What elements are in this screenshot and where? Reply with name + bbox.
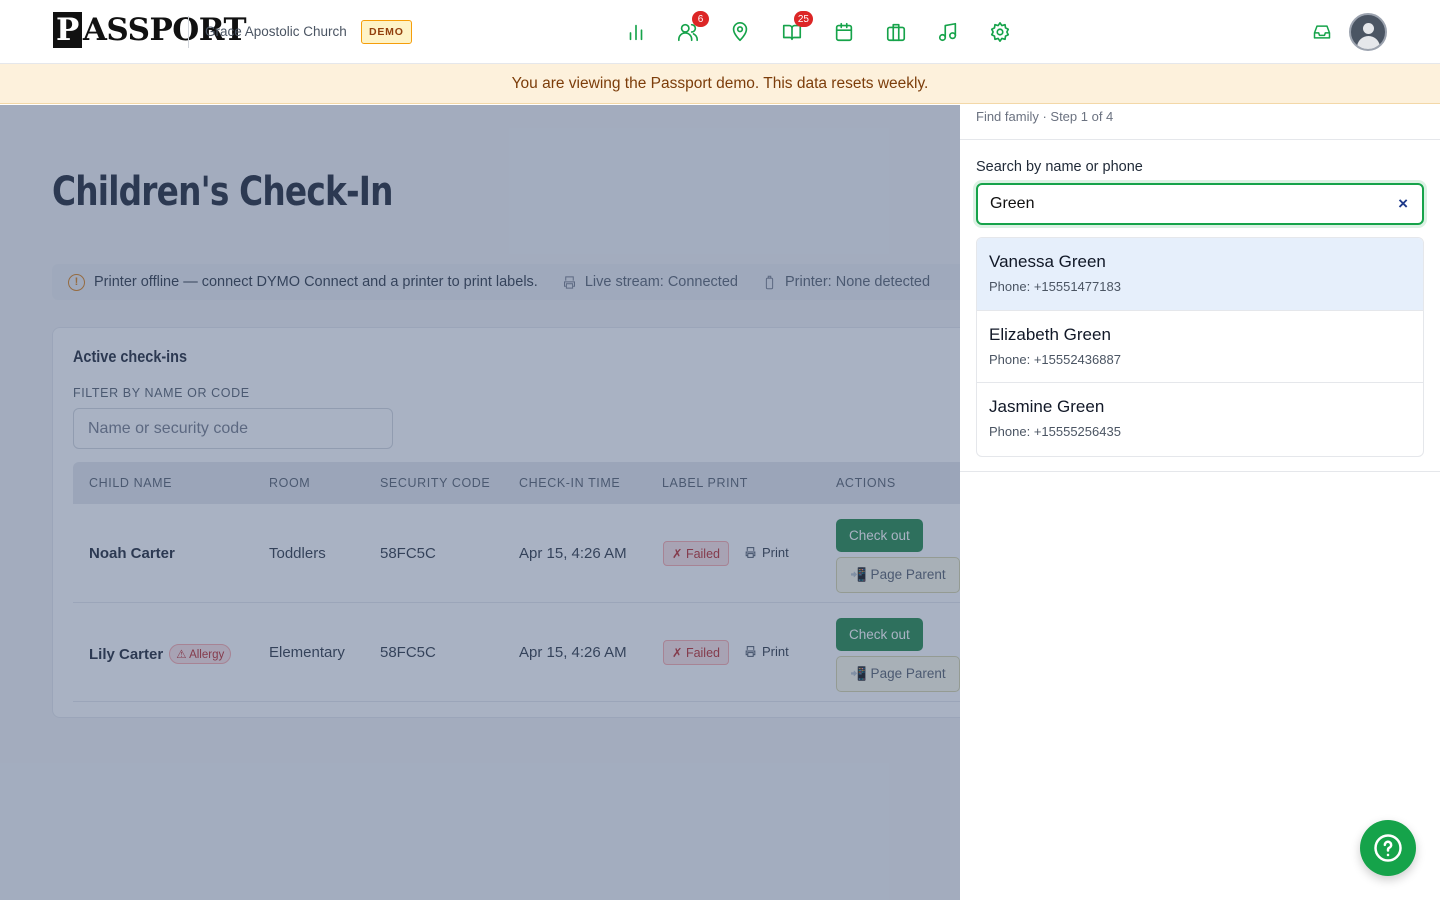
result-name: Jasmine Green [989,397,1105,416]
nav-music[interactable] [932,16,964,48]
nav-locations[interactable] [724,16,756,48]
top-nav: P ASSPORT Grace Apostolic Church DEMO 6 2… [0,0,1440,64]
modal-backdrop[interactable] [0,105,960,900]
nav-settings[interactable] [984,16,1016,48]
avatar-body [1357,36,1380,49]
reports-icon [629,24,643,41]
inbox-icon [1313,25,1331,39]
book-badge: 25 [793,11,813,27]
search-results: Vanessa Green Phone: +15551477183 Elizab… [976,237,1424,457]
result-name: Elizabeth Green [989,324,1111,344]
search-field[interactable]: × [976,183,1424,225]
step-indicator: Find family · Step 1 of 4 [976,109,1114,124]
main-nav: 6 25 [620,11,1016,48]
result-item[interactable]: Elizabeth Green Phone: +15552436887 [977,311,1423,383]
nav-reports[interactable] [620,16,652,48]
check-in-panel: Find family · Step 1 of 4 Search by name… [960,105,1440,900]
avatar-head [1363,23,1374,34]
demo-badge: DEMO [361,20,412,44]
nav-briefcase[interactable] [880,16,912,48]
inbox-button[interactable] [1306,16,1338,48]
result-phone: Phone: +15555256435 [989,424,1121,439]
location-icon [732,22,748,42]
calendar-icon [835,22,853,42]
help-icon [1374,834,1402,862]
nav-book[interactable]: 25 [776,11,813,48]
demo-banner: You are viewing the Passport demo. This … [0,64,1440,104]
music-icon [938,22,957,42]
nav-people[interactable]: 6 [672,11,709,48]
church-name: Grace Apostolic Church [205,24,347,39]
search-input[interactable] [978,185,1378,223]
nav-calendar[interactable] [828,16,860,48]
clear-icon[interactable]: × [1398,194,1408,214]
people-badge: 6 [692,11,709,27]
gear-icon [990,22,1010,42]
nav-divider [188,16,189,48]
panel-divider [960,139,1440,140]
result-phone: Phone: +15552436887 [989,351,1121,367]
result-item[interactable]: Vanessa Green Phone: +15551477183 [977,238,1423,311]
briefcase-icon [886,23,906,42]
panel-section-divider [960,471,1440,472]
avatar[interactable] [1349,13,1387,51]
help-button[interactable] [1360,820,1416,876]
result-name: Vanessa Green [989,252,1106,271]
result-item[interactable]: Jasmine Green Phone: +15555256435 [977,383,1423,456]
result-phone: Phone: +15551477183 [989,279,1121,294]
search-label: Search by name or phone [976,159,1143,175]
